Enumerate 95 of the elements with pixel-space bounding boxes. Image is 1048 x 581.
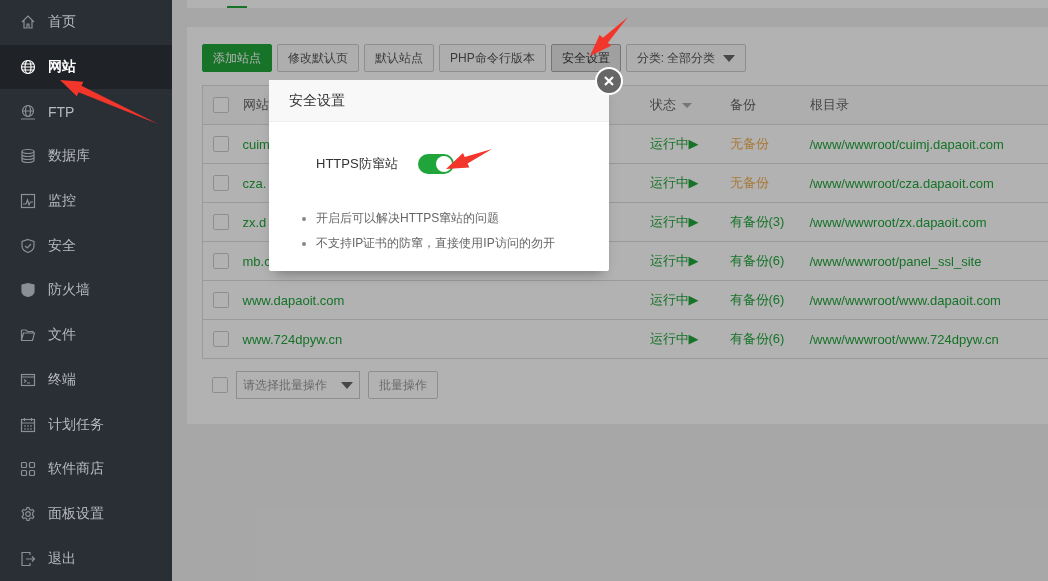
monitor-chart-icon [20, 193, 36, 210]
caret-icon [723, 54, 736, 62]
setting-label: HTTPS防窜站 [316, 155, 398, 173]
backup-link[interactable]: 无备份 [729, 175, 769, 190]
firewall-shield-icon [20, 282, 36, 299]
root-path-link[interactable]: /www/wwwroot/www.dapaoit.com [809, 292, 1001, 308]
grid-icon [20, 461, 36, 478]
toolbar-button[interactable]: 修改默认页 [277, 44, 359, 72]
database-icon [20, 148, 36, 165]
sidebar-label: 面板设置 [48, 504, 104, 523]
sidebar-label: 网站 [48, 58, 76, 77]
sidebar-label: 监控 [48, 192, 76, 211]
sidebar-item[interactable]: 终端 [0, 357, 172, 403]
terminal-icon [20, 371, 36, 388]
sidebar-label: 防火墙 [48, 281, 90, 300]
checkbox[interactable] [213, 97, 229, 113]
checkbox[interactable] [213, 292, 229, 308]
sidebar-label: 安全 [48, 236, 76, 255]
backup-link[interactable]: 有备份(3) [729, 214, 785, 229]
root-path-link[interactable]: /www/wwwroot/cuimj.dapaoit.com [809, 136, 1004, 152]
checkbox[interactable] [213, 214, 229, 230]
backup-link[interactable]: 有备份(6) [729, 253, 785, 268]
checkbox[interactable] [213, 331, 229, 347]
sidebar-label: FTP [48, 103, 75, 120]
toolbar-button[interactable]: PHP命令行版本 [439, 44, 546, 72]
status-link[interactable]: 运行中▶ [649, 292, 699, 307]
logout-icon [20, 550, 36, 567]
toolbar-button[interactable]: 默认站点 [364, 44, 434, 72]
sidebar-label: 软件商店 [48, 460, 104, 479]
batch-button[interactable]: 批量操作 [368, 371, 438, 399]
settings-icon [20, 505, 36, 522]
globe-icon [20, 59, 36, 76]
sidebar-item[interactable]: 文件 [0, 312, 172, 358]
home-icon [20, 14, 36, 31]
toolbar-button[interactable]: 安全设置 [550, 44, 621, 72]
sidebar-label: 退出 [48, 549, 76, 568]
sidebar-item[interactable]: 首页 [0, 0, 172, 45]
site-link[interactable]: mb.c [242, 253, 271, 269]
sidebar-item[interactable]: 退出 [0, 536, 172, 581]
status-link[interactable]: 运行中▶ [649, 136, 699, 151]
tab-indicator [227, 6, 247, 8]
root-path-link[interactable]: /www/wwwroot/panel_ssl_site [809, 253, 982, 269]
shield-icon [20, 237, 36, 254]
root-path-link[interactable]: /www/wwwroot/cza.dapaoit.com [809, 175, 994, 191]
status-link[interactable]: 运行中▶ [649, 214, 699, 229]
sidebar-item[interactable]: 监控 [0, 178, 172, 224]
calendar-icon [20, 416, 36, 433]
root-path-link[interactable]: /www/wwwroot/zx.dapaoit.com [809, 214, 987, 230]
sidebar-item[interactable]: 安全 [0, 223, 172, 269]
sidebar-item[interactable]: FTP [0, 89, 172, 135]
sidebar-item[interactable]: 网站 [0, 44, 172, 90]
checkbox[interactable] [213, 253, 229, 269]
folder-icon [20, 327, 36, 344]
root-path-link[interactable]: /www/wwwroot/www.724dpyw.cn [809, 331, 999, 347]
site-link[interactable]: zx.d [242, 214, 267, 230]
sidebar-item[interactable]: 计划任务 [0, 402, 172, 447]
column-header[interactable]: 状态 [649, 96, 692, 114]
sidebar-item[interactable]: 软件商店 [0, 446, 172, 492]
toggle-switch[interactable] [417, 154, 454, 174]
backup-link[interactable]: 有备份(6) [729, 292, 785, 307]
toolbar-button[interactable]: 添加站点 [202, 44, 272, 72]
site-link[interactable]: cuim [242, 136, 270, 152]
sidebar-label: 数据库 [48, 147, 90, 166]
site-link[interactable]: www.724dpyw.cn [242, 331, 343, 347]
globe-network-icon [20, 103, 36, 120]
note-text: 不支持IP证书的防窜，直接使用IP访问的勿开 [316, 235, 555, 252]
checkbox[interactable] [213, 136, 229, 152]
sidebar-item[interactable]: 数据库 [0, 134, 172, 179]
pointer-arrow [446, 149, 492, 169]
bullet-icon [302, 241, 306, 246]
sidebar-item[interactable]: 防火墙 [0, 268, 172, 313]
backup-link[interactable]: 有备份(6) [729, 331, 785, 346]
sidebar-label: 文件 [48, 326, 76, 345]
status-link[interactable]: 运行中▶ [649, 253, 699, 268]
checkbox[interactable] [212, 377, 228, 393]
dialog-title: 安全设置 [289, 91, 345, 110]
site-link[interactable]: cza. [242, 175, 267, 191]
sidebar-item[interactable]: 面板设置 [0, 491, 172, 537]
note-text: 开启后可以解决HTTPS窜站的问题 [316, 210, 500, 227]
bullet-icon [302, 216, 306, 221]
status-link[interactable]: 运行中▶ [649, 331, 699, 346]
batch-select[interactable]: 请选择批量操作 [236, 371, 360, 399]
backup-link[interactable]: 无备份 [729, 136, 769, 151]
category-dropdown[interactable]: 分类: 全部分类 [625, 44, 747, 72]
close-icon [604, 76, 614, 86]
column-header: 备份 [729, 96, 756, 114]
column-header: 根目录 [809, 96, 849, 114]
sidebar-label: 计划任务 [48, 415, 104, 434]
status-link[interactable]: 运行中▶ [649, 175, 699, 190]
sidebar-label: 终端 [48, 370, 76, 389]
caret-icon [341, 381, 353, 389]
column-header: 网站 [242, 96, 269, 114]
site-link[interactable]: www.dapaoit.com [242, 292, 345, 308]
sidebar-label: 首页 [48, 13, 76, 32]
checkbox[interactable] [213, 175, 229, 191]
